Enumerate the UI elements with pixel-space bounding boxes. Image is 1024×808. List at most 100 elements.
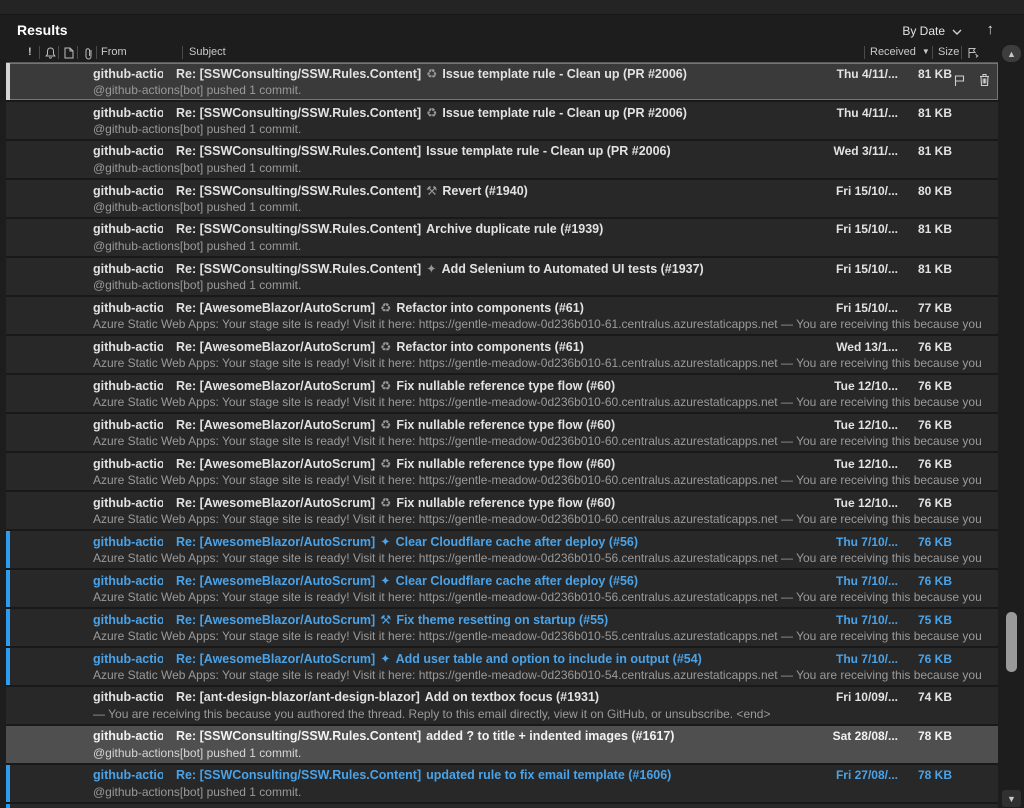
received-column-header[interactable]: Received▼ [870,46,930,58]
sort-direction-button[interactable]: ↑ [987,21,995,38]
message-size: 76 KB [898,574,952,588]
message-row-line1: github-actions... Re: [SSWConsulting/SSW… [93,105,998,122]
sort-by-button[interactable]: By Date [902,24,962,38]
message-row[interactable]: github-actions... Re: [SSWConsulting/SSW… [6,102,998,139]
message-row-line1: github-actions... Re: [SSWConsulting/SSW… [93,768,998,785]
item-type-icon[interactable] [62,46,76,60]
subject-repo-prefix: Re: [AwesomeBlazor/AutoScrum] [176,457,375,471]
message-size: 80 KB [898,184,952,198]
subject-emoji-icon: ✦ [426,262,436,276]
message-sender: github-actions... [93,457,163,471]
message-row[interactable]: github-actions... Re: [SSWConsulting/SSW… [6,804,998,808]
message-row-line1: github-actions... Re: [ant-design-blazor… [93,690,998,707]
reminder-bell-icon[interactable] [43,46,57,60]
message-received-date: Tue 12/10... [810,379,898,393]
message-row[interactable]: github-actions... Re: [AwesomeBlazor/Aut… [6,336,998,373]
scrollbar-thumb[interactable] [1006,612,1017,672]
message-size: 75 KB [898,613,952,627]
message-subject: Re: [SSWConsulting/SSW.Rules.Content]add… [176,729,810,743]
subject-repo-prefix: Re: [SSWConsulting/SSW.Rules.Content] [176,768,421,782]
message-row[interactable]: github-actions... Re: [SSWConsulting/SSW… [6,63,998,100]
subject-text: updated rule to fix email template (#160… [426,768,671,782]
message-preview: @github-actions[bot] pushed 1 commit. [93,200,998,216]
message-row[interactable]: github-actions... Re: [AwesomeBlazor/Aut… [6,492,998,529]
message-subject: Re: [AwesomeBlazor/AutoScrum]♻Refactor i… [176,300,810,315]
message-sender: github-actions... [93,418,163,432]
subject-text: Revert (#1940) [442,184,527,198]
size-column-header[interactable]: Size [938,46,959,58]
message-row[interactable]: github-actions... Re: [AwesomeBlazor/Aut… [6,609,998,646]
message-sender: github-actions... [93,144,163,158]
subject-emoji-icon: ♻ [380,496,391,510]
scrollbar-up-arrow[interactable]: ▲ [1002,45,1021,62]
subject-emoji-icon: ✦ [380,535,390,549]
subject-emoji-icon: ♻ [380,418,391,432]
message-sender: github-actions... [93,340,163,354]
message-row[interactable]: github-actions... Re: [SSWConsulting/SSW… [6,765,998,802]
message-subject: Re: [AwesomeBlazor/AutoScrum]♻Refactor i… [176,339,810,354]
message-received-date: Thu 7/10/... [810,613,898,627]
message-row[interactable]: github-actions... Re: [SSWConsulting/SSW… [6,141,998,178]
message-row[interactable]: github-actions... Re: [SSWConsulting/SSW… [6,219,998,256]
scrollbar-down-arrow[interactable]: ▼ [1002,790,1021,807]
trash-icon[interactable] [976,72,992,88]
flag-filter-column-icon[interactable] [966,46,980,60]
subject-repo-prefix: Re: [AwesomeBlazor/AutoScrum] [176,340,375,354]
message-size: 76 KB [898,418,952,432]
message-subject: Re: [SSWConsulting/SSW.Rules.Content] upd… [176,768,810,782]
message-row-line1: github-actions... Re: [AwesomeBlazor/Aut… [93,456,998,473]
message-row[interactable]: github-actions... Re: [SSWConsulting/SSW… [6,726,998,763]
subject-emoji-icon: ⚒ [426,184,437,198]
message-preview: @github-actions[bot] pushed 1 commit. [93,83,998,99]
message-received-date: Wed 13/1... [810,340,898,354]
message-row[interactable]: github-actions... Re: [AwesomeBlazor/Aut… [6,648,998,685]
message-sender: github-actions... [93,729,163,743]
message-preview: @github-actions[bot] pushed 1 commit. [93,785,998,801]
message-subject: Re: [AwesomeBlazor/AutoScrum]⚒Fix theme … [176,612,810,627]
message-row[interactable]: github-actions... Re: [SSWConsulting/SSW… [6,180,998,217]
subject-emoji-icon: ✦ [380,652,390,666]
message-row[interactable]: github-actions... Re: [AwesomeBlazor/Aut… [6,297,998,334]
subject-text: Fix nullable reference type flow (#60) [396,418,615,432]
subject-repo-prefix: Re: [SSWConsulting/SSW.Rules.Content] [176,106,421,120]
message-received-date: Thu 7/10/... [810,535,898,549]
message-preview: — You are receiving this because you aut… [93,707,998,723]
message-received-date: Tue 12/10... [810,457,898,471]
message-row[interactable]: github-actions... Re: [AwesomeBlazor/Aut… [6,453,998,490]
from-column-header[interactable]: From [101,46,127,58]
sort-by-label: By Date [902,24,945,38]
message-row[interactable]: github-actions... Re: [SSWConsulting/SSW… [6,258,998,295]
message-sender: github-actions... [93,222,163,236]
message-subject: Re: [AwesomeBlazor/AutoScrum]♻Fix nullab… [176,456,810,471]
subject-column-header[interactable]: Subject [189,46,226,58]
subject-text: Archive duplicate rule (#1939) [426,222,603,236]
attachment-paperclip-icon[interactable] [81,46,95,60]
subject-emoji-icon: ♻ [426,67,437,81]
message-row[interactable]: github-actions... Re: [AwesomeBlazor/Aut… [6,375,998,412]
message-row-line1: github-actions... Re: [AwesomeBlazor/Aut… [93,612,998,629]
subject-text: Issue template rule - Clean up (PR #2006… [426,144,671,158]
results-title: Results [17,22,68,38]
message-sender: github-actions... [93,535,163,549]
message-sender: github-actions... [93,768,163,782]
message-received-date: Thu 7/10/... [810,574,898,588]
message-sender: github-actions... [93,690,163,704]
message-received-date: Tue 12/10... [810,418,898,432]
message-size: 76 KB [898,652,952,666]
message-row[interactable]: github-actions... Re: [AwesomeBlazor/Aut… [6,570,998,607]
message-row[interactable]: github-actions... Re: [AwesomeBlazor/Aut… [6,531,998,568]
message-sender: github-actions... [93,106,163,120]
message-subject: Re: [AwesomeBlazor/AutoScrum]♻Fix nullab… [176,417,810,432]
message-size: 81 KB [898,106,952,120]
message-row-line1: github-actions... Re: [AwesomeBlazor/Aut… [93,300,998,317]
message-row[interactable]: github-actions... Re: [AwesomeBlazor/Aut… [6,414,998,451]
message-row[interactable]: github-actions... Re: [ant-design-blazor… [6,687,998,724]
importance-column-icon[interactable]: ! [28,46,32,58]
message-received-date: Tue 12/10... [810,496,898,510]
subject-emoji-icon: ♻ [426,106,437,120]
message-received-date: Fri 15/10/... [810,262,898,276]
message-size: 81 KB [898,262,952,276]
flag-icon[interactable] [951,72,967,88]
message-sender: github-actions... [93,379,163,393]
subject-text: added ? to title + indented images (#161… [426,729,674,743]
